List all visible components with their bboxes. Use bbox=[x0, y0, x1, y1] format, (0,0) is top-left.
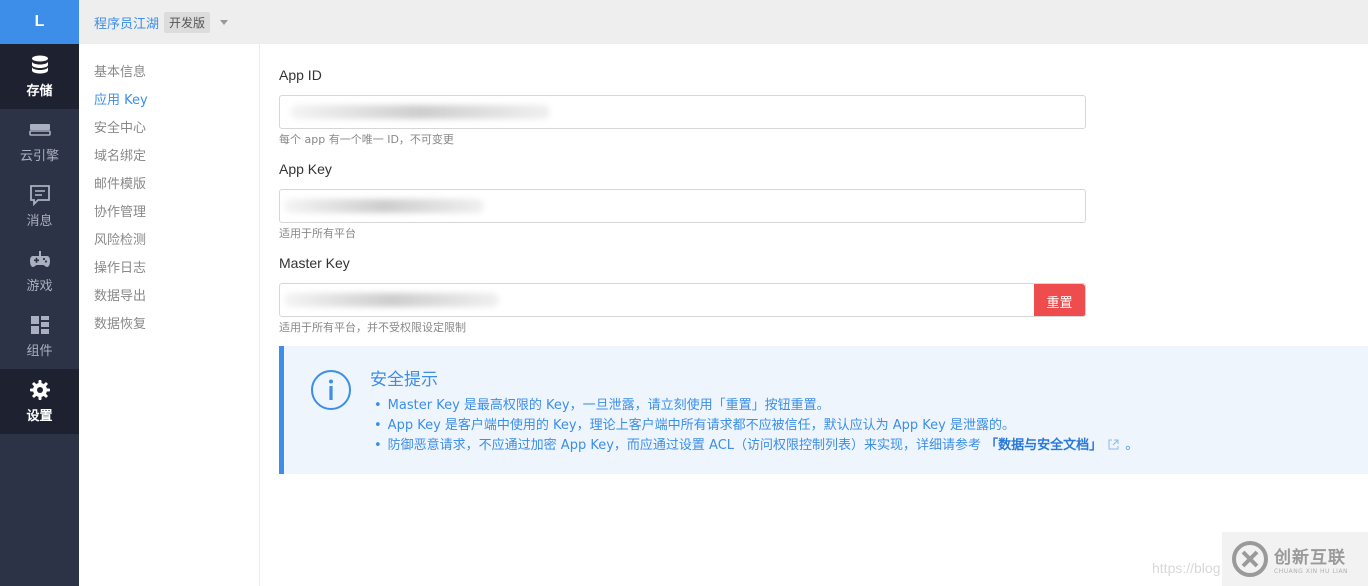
gear-icon bbox=[29, 379, 51, 401]
subnav-item-security-center[interactable]: 安全中心 bbox=[79, 115, 259, 143]
app-key-input-wrapper bbox=[279, 189, 1086, 223]
subnav-item-operation-log[interactable]: 操作日志 bbox=[79, 255, 259, 283]
rail-item-components[interactable]: 组件 bbox=[0, 304, 79, 369]
subnav-item-email-templates[interactable]: 邮件模版 bbox=[79, 171, 259, 199]
app-id-input-wrapper bbox=[279, 95, 1086, 129]
rail-item-message[interactable]: 消息 bbox=[0, 174, 79, 239]
tip-text: 防御恶意请求，不应通过加密 App Key，而应通过设置 ACL（访问权限控制列… bbox=[387, 438, 982, 453]
watermark-url: https://blog bbox=[1152, 560, 1221, 576]
list-item: 防御恶意请求，不应通过加密 App Key，而应通过设置 ACL（访问权限控制列… bbox=[374, 436, 1139, 456]
tip-text: 。 bbox=[1125, 438, 1139, 453]
rail-item-storage[interactable]: 存储 bbox=[0, 44, 79, 109]
app-rail: L 存储 云引擎 消息 游戏 组件 设置 bbox=[0, 0, 79, 586]
rail-item-label: 存储 bbox=[26, 84, 53, 99]
master-key-field-group: Master Key 重置 适用于所有平台，并不受权限设定限制 bbox=[279, 254, 1086, 336]
rail-item-label: 游戏 bbox=[26, 279, 53, 294]
chevron-down-icon[interactable] bbox=[220, 19, 229, 25]
security-tip-panel: 安全提示 Master Key 是最高权限的 Key，一旦泄露，请立刻使用「重置… bbox=[279, 346, 1368, 474]
rail-item-game[interactable]: 游戏 bbox=[0, 239, 79, 304]
rail-item-label: 设置 bbox=[26, 409, 53, 424]
redacted-value bbox=[284, 199, 484, 213]
rail-item-label: 组件 bbox=[26, 344, 53, 359]
master-key-input-wrapper: 重置 bbox=[279, 283, 1086, 317]
app-key-help: 适用于所有平台 bbox=[279, 227, 356, 240]
message-icon bbox=[29, 184, 51, 206]
subnav-item-basic-info[interactable]: 基本信息 bbox=[79, 59, 259, 87]
rail-item-settings[interactable]: 设置 bbox=[0, 369, 79, 434]
subnav-item-app-key[interactable]: 应用 Key bbox=[79, 87, 259, 115]
master-key-label: Master Key bbox=[279, 255, 350, 271]
security-tip-title: 安全提示 bbox=[370, 370, 438, 390]
database-icon bbox=[29, 54, 51, 76]
gamepad-icon bbox=[29, 249, 51, 271]
subnav-item-collaboration[interactable]: 协作管理 bbox=[79, 199, 259, 227]
app-id-field-group: App ID 每个 app 有一个唯一 ID，不可变更 bbox=[279, 66, 1086, 148]
redacted-value bbox=[284, 293, 499, 307]
subnav-item-data-export[interactable]: 数据导出 bbox=[79, 283, 259, 311]
app-key-field-group: App Key 适用于所有平台 bbox=[279, 160, 1086, 242]
components-icon bbox=[29, 314, 51, 336]
brand-logo-icon bbox=[1232, 541, 1268, 577]
app-logo[interactable]: L bbox=[0, 0, 79, 44]
app-name-link[interactable]: 程序员江湖 bbox=[94, 13, 159, 32]
master-key-help: 适用于所有平台，并不受权限设定限制 bbox=[279, 321, 466, 334]
app-key-label: App Key bbox=[279, 161, 332, 177]
subnav-item-risk-detection[interactable]: 风险检测 bbox=[79, 227, 259, 255]
redacted-value bbox=[290, 105, 550, 119]
watermark-brand: 创新互联 CHUANG XIN HU LIAN bbox=[1274, 543, 1348, 575]
list-item: Master Key 是最高权限的 Key，一旦泄露，请立刻使用「重置」按钮重置… bbox=[374, 396, 1138, 416]
reset-master-key-button[interactable]: 重置 bbox=[1034, 284, 1085, 316]
plan-badge: 开发版 bbox=[164, 11, 211, 33]
cloud-engine-icon bbox=[28, 119, 51, 141]
settings-subnav: 基本信息 应用 Key 安全中心 域名绑定 邮件模版 协作管理 风险检测 操作日… bbox=[79, 44, 260, 586]
info-circle-icon bbox=[310, 369, 352, 411]
list-item: App Key 是客户端中使用的 Key，理论上客户端中所有请求都不应被信任，默… bbox=[374, 416, 1138, 436]
rail-item-cloud-engine[interactable]: 云引擎 bbox=[0, 109, 79, 174]
rail-item-label: 云引擎 bbox=[19, 149, 59, 164]
subnav-item-data-restore[interactable]: 数据恢复 bbox=[79, 311, 259, 339]
data-security-docs-link[interactable]: 「数据与安全文档」 bbox=[985, 438, 1102, 453]
app-id-label: App ID bbox=[279, 67, 322, 83]
external-link-icon[interactable] bbox=[1108, 437, 1119, 450]
subnav-item-domain-binding[interactable]: 域名绑定 bbox=[79, 143, 259, 171]
security-tip-list: Master Key 是最高权限的 Key，一旦泄露，请立刻使用「重置」按钮重置… bbox=[374, 396, 1139, 456]
watermark-logo: 创新互联 CHUANG XIN HU LIAN bbox=[1222, 532, 1368, 586]
brand-name-en: CHUANG XIN HU LIAN bbox=[1274, 568, 1349, 575]
brand-name-cn: 创新互联 bbox=[1274, 548, 1346, 568]
top-bar: 程序员江湖 开发版 bbox=[79, 0, 1368, 44]
rail-item-label: 消息 bbox=[26, 214, 53, 229]
app-id-help: 每个 app 有一个唯一 ID，不可变更 bbox=[279, 133, 454, 146]
